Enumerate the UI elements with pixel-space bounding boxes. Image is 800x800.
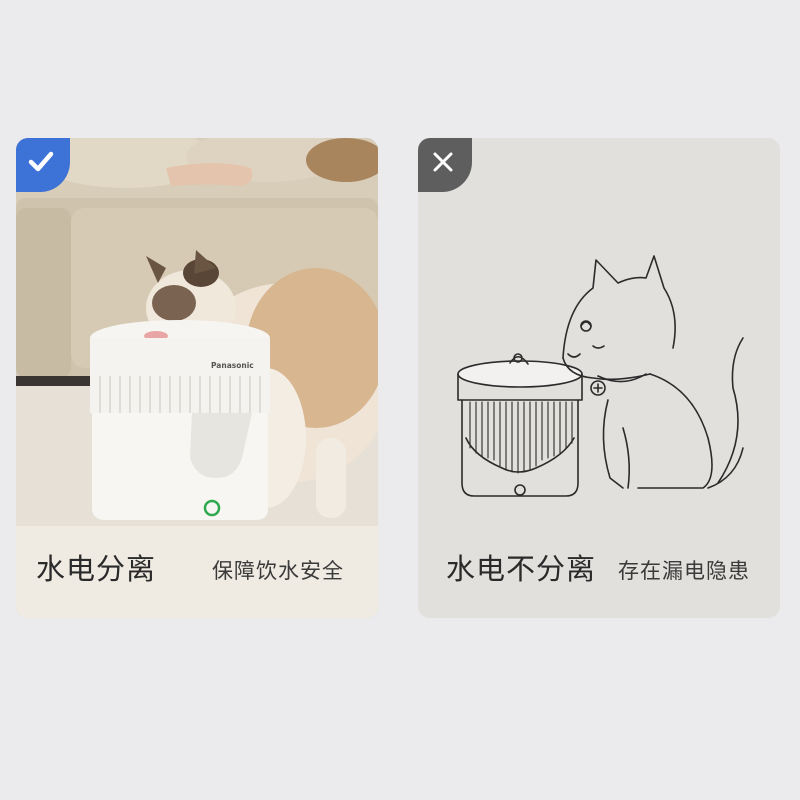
- correct-example-card: Panasonic 水电分离 保障饮水安全: [16, 138, 378, 618]
- card-subtitle: 存在漏电隐患: [618, 559, 750, 583]
- brand-logo: Panasonic: [211, 361, 254, 370]
- check-icon: [28, 151, 54, 172]
- card-title: 水电不分离: [446, 552, 597, 586]
- cross-icon: [433, 152, 453, 172]
- caption-bar: 水电分离 保障饮水安全: [16, 526, 378, 618]
- caption-bar: 水电不分离 存在漏电隐患: [418, 526, 780, 618]
- incorrect-example-card: 水电不分离 存在漏电隐患: [418, 138, 780, 618]
- card-subtitle: 保障饮水安全: [212, 559, 344, 583]
- card-title: 水电分离: [36, 552, 157, 586]
